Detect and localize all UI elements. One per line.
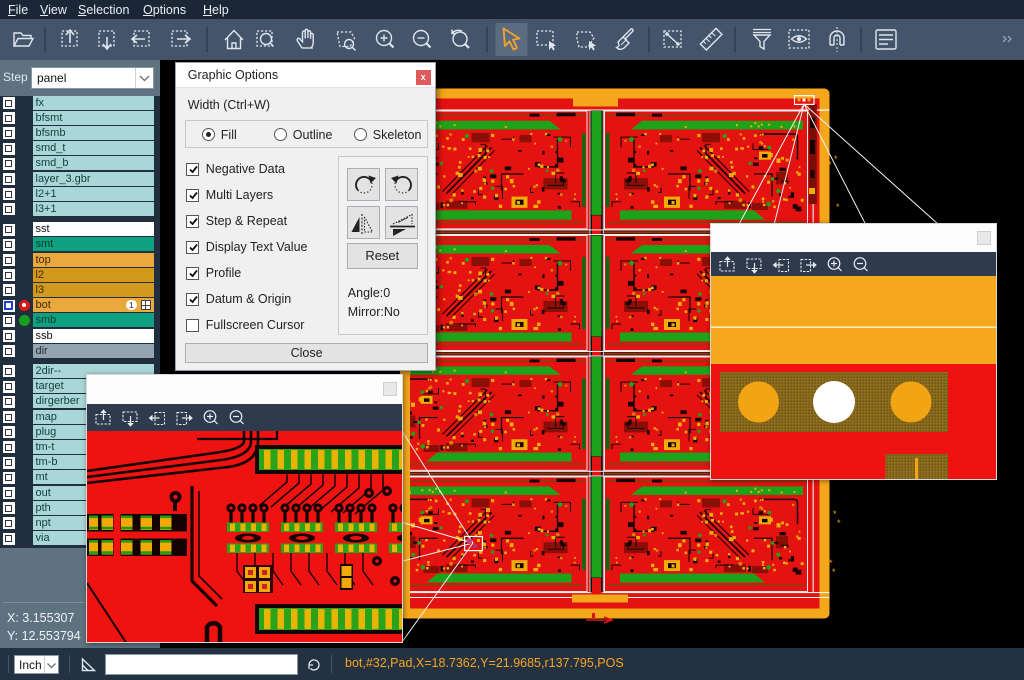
- svg-text:*: *: [836, 202, 840, 212]
- svg-text:*: *: [828, 160, 832, 170]
- svg-text:*: *: [837, 518, 841, 528]
- svg-text:*: *: [832, 567, 836, 577]
- svg-text:*: *: [834, 154, 838, 164]
